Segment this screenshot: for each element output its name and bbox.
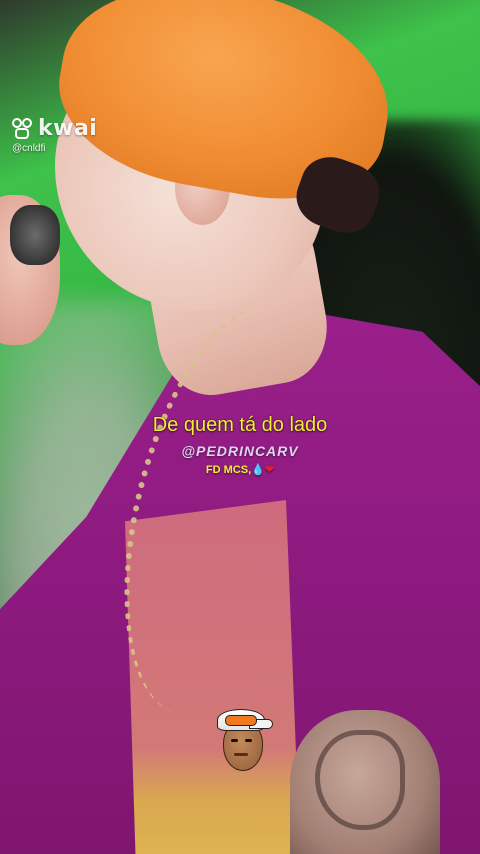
sub-caption: FD MCS,💧❤ xyxy=(0,463,480,476)
credit-caption: @PEDRINCARV xyxy=(181,443,299,459)
kwai-brand-text: kwai xyxy=(38,116,98,141)
video-screen[interactable]: kwai @cnldfi De quem tá do lado @PEDRINC… xyxy=(0,0,480,854)
sub-caption-text: FD MCS xyxy=(205,464,249,476)
microphone xyxy=(10,205,60,265)
kwai-logo-icon xyxy=(12,117,34,140)
red-heart-icon: ❤ xyxy=(264,463,275,476)
avatar-goggles xyxy=(225,715,257,726)
tattoo xyxy=(315,730,405,830)
avatar-eye-right xyxy=(245,739,252,742)
avatar-mouth xyxy=(234,753,248,756)
droplets-icon: 💧 xyxy=(251,463,265,476)
kwai-watermark: kwai @cnldfi xyxy=(12,116,97,154)
lyric-caption: De quem tá do lado xyxy=(152,414,328,436)
avatar-eye-left xyxy=(231,739,238,742)
cartoon-avatar-icon xyxy=(215,705,273,775)
kwai-username: @cnldfi xyxy=(12,143,46,154)
